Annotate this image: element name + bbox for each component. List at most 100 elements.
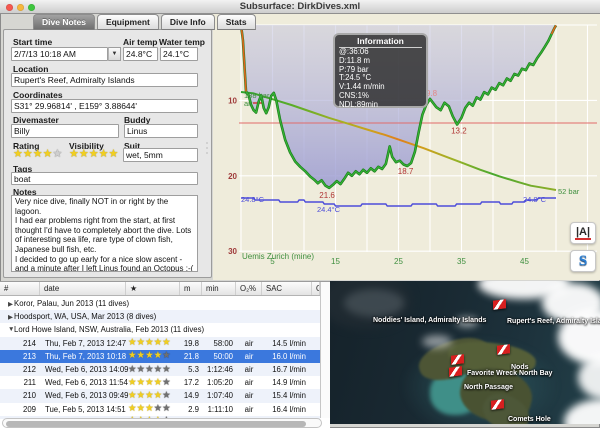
column-header-min[interactable]: min: [202, 282, 236, 295]
dive-depth: 21.8: [180, 352, 202, 361]
dive-number: 213: [0, 352, 40, 361]
divemaster-input[interactable]: [11, 124, 119, 138]
start-time-input[interactable]: [11, 47, 108, 61]
coordinates-input[interactable]: [11, 99, 198, 113]
star-filled-icon[interactable]: ★: [43, 149, 53, 160]
star-empty-icon: ★: [162, 364, 171, 375]
dive-sites-map[interactable]: Noddies' Island, Admiralty IslandsRupert…: [330, 281, 600, 424]
ruler-tool-button[interactable]: |A|: [570, 222, 596, 244]
dive-flag-icon[interactable]: [493, 299, 506, 310]
tab-stats[interactable]: Stats: [217, 14, 256, 30]
dive-row[interactable]: 211Wed, Feb 6, 2013 11:54★★★★★17.21:05:2…: [0, 376, 320, 389]
dive-list-header[interactable]: #date★mminO₂%SACOTU: [0, 282, 320, 296]
star-empty-icon: ★: [137, 364, 146, 375]
dive-date: Thu, Feb 7, 2013 12:47: [40, 339, 126, 348]
star-filled-icon[interactable]: ★: [89, 149, 99, 160]
svg-text:Uemis Zurich (mine): Uemis Zurich (mine): [242, 252, 314, 261]
dive-notes-panel: Start time ▼ Air temp Water temp Locatio…: [3, 29, 212, 278]
dive-list-horizontal-scrollbar[interactable]: [2, 418, 322, 428]
dive-date: Thu, Feb 7, 2013 10:18: [40, 352, 126, 361]
location-input[interactable]: [11, 73, 198, 87]
star-filled-icon[interactable]: ★: [13, 149, 23, 160]
dive-duration: 1:11:10: [202, 405, 236, 414]
triangle-collapsed-icon[interactable]: ▶: [0, 300, 10, 308]
svg-text:24.8°C: 24.8°C: [523, 195, 547, 204]
dive-date: Tue, Feb 5, 2013 14:51: [40, 405, 126, 414]
notes-textarea[interactable]: Very nice dive, finally NOT in or right …: [11, 195, 198, 272]
notebook-tabs: Dive NotesEquipmentDive InfoStats: [33, 14, 256, 30]
star-filled-icon: ★: [145, 377, 154, 388]
star-filled-icon[interactable]: ★: [23, 149, 33, 160]
dive-rating-stars: ★★★★★: [126, 338, 180, 348]
dive-row[interactable]: 210Wed, Feb 6, 2013 09:49★★★★★14.91:07:4…: [0, 389, 320, 402]
dive-flag-icon[interactable]: [449, 366, 462, 377]
visibility-stars[interactable]: ★★★★★: [69, 149, 118, 160]
dive-number: 209: [0, 405, 40, 414]
dive-list-vertical-scrollbar[interactable]: [320, 282, 330, 418]
svg-text:52 bar: 52 bar: [558, 187, 580, 196]
dive-duration: 50:00: [202, 352, 236, 361]
buddy-input[interactable]: [124, 124, 198, 138]
column-header-m[interactable]: m: [180, 282, 202, 295]
tab-equipment[interactable]: Equipment: [97, 14, 159, 30]
star-filled-icon[interactable]: ★: [69, 149, 79, 160]
dive-rating-stars: ★★★★★: [126, 404, 180, 414]
trip-row[interactable]: ▼Lord Howe Island, NSW, Australia, Feb 2…: [0, 323, 320, 336]
tags-input[interactable]: [11, 172, 198, 185]
dive-sac: 14.5 l/min: [262, 339, 312, 348]
dive-row-selected[interactable]: 213Thu, Feb 7, 2013 10:18★★★★★21.850:00a…: [0, 350, 320, 363]
trip-row[interactable]: ▶Hoodsport, WA, USA, Mar 2013 (8 dives): [0, 310, 320, 323]
column-header-num[interactable]: #: [0, 282, 40, 295]
column-header-rating[interactable]: ★: [126, 282, 180, 295]
water-temp-input[interactable]: [160, 47, 198, 61]
suit-input[interactable]: [123, 148, 198, 162]
panel-splitter-handle[interactable]: [205, 140, 209, 156]
triangle-expanded-icon[interactable]: ▼: [0, 326, 10, 333]
dive-row[interactable]: 212Wed, Feb 6, 2013 14:09★★★★★5.31:12:46…: [0, 363, 320, 376]
tab-dive-info[interactable]: Dive Info: [161, 14, 215, 30]
star-filled-icon: ★: [145, 403, 154, 414]
column-header-otu[interactable]: OTU: [312, 282, 320, 295]
star-filled-icon[interactable]: ★: [79, 149, 89, 160]
star-filled-icon: ★: [128, 403, 137, 414]
air-temp-input[interactable]: [123, 47, 158, 61]
column-header-date[interactable]: date: [40, 282, 126, 295]
subsurface-logo-button[interactable]: S: [570, 250, 596, 272]
star-empty-icon[interactable]: ★: [53, 149, 63, 160]
dive-sac: 15.4 l/min: [262, 391, 312, 400]
svg-text:30: 30: [228, 247, 237, 256]
star-filled-icon: ★: [154, 337, 163, 348]
dive-rating-stars: ★★★★★: [126, 351, 180, 361]
dive-profile-panel[interactable]: 102030515253545Uemis Zurich (mine)24.8°C…: [213, 14, 600, 280]
rating-stars[interactable]: ★★★★★: [13, 149, 62, 160]
dive-flag-icon[interactable]: [497, 344, 510, 355]
trip-row[interactable]: ▶Koror, Palau, Jun 2013 (11 dives): [0, 297, 320, 310]
dive-row[interactable]: 209Tue, Feb 5, 2013 14:51★★★★★2.91:11:10…: [0, 403, 320, 416]
trip-label: Hoodsport, WA, USA, Mar 2013 (8 dives): [10, 312, 156, 321]
star-filled-icon[interactable]: ★: [99, 149, 109, 160]
air-temp-label: Air temp: [123, 37, 157, 47]
star-empty-icon: ★: [162, 350, 171, 361]
horizontal-scrollbar-thumb[interactable]: [6, 421, 306, 427]
column-header-sac[interactable]: SAC: [262, 282, 312, 295]
title-bar: Subsurface: DirkDives.xml: [0, 0, 600, 14]
dive-flag-icon[interactable]: [451, 354, 464, 365]
dive-row[interactable]: 214Thu, Feb 7, 2013 12:47★★★★★19.858:00a…: [0, 337, 320, 350]
svg-text:15: 15: [331, 257, 340, 266]
tab-dive-notes[interactable]: Dive Notes: [33, 14, 95, 30]
svg-text:24.8°C: 24.8°C: [241, 195, 265, 204]
dive-duration: 1:05:20: [202, 378, 236, 387]
dive-site-label: Favorite Wreck North Bay: [467, 370, 552, 377]
subsurface-window: 102030515253545Uemis Zurich (mine)24.8°C…: [0, 0, 600, 428]
ruler-icon: |A|: [575, 227, 591, 240]
start-time-dropdown-button[interactable]: ▼: [108, 47, 121, 61]
star-filled-icon[interactable]: ★: [109, 149, 119, 160]
star-filled-icon: ★: [128, 377, 137, 388]
column-header-o₂%[interactable]: O₂%: [236, 282, 262, 295]
dive-date: Wed, Feb 6, 2013 11:54: [40, 378, 126, 387]
dive-list-rows: ▶Koror, Palau, Jun 2013 (11 dives)▶Hoods…: [0, 297, 320, 419]
triangle-collapsed-icon[interactable]: ▶: [0, 313, 10, 321]
dive-flag-icon[interactable]: [491, 399, 504, 410]
dive-number: 210: [0, 391, 40, 400]
star-filled-icon[interactable]: ★: [33, 149, 43, 160]
